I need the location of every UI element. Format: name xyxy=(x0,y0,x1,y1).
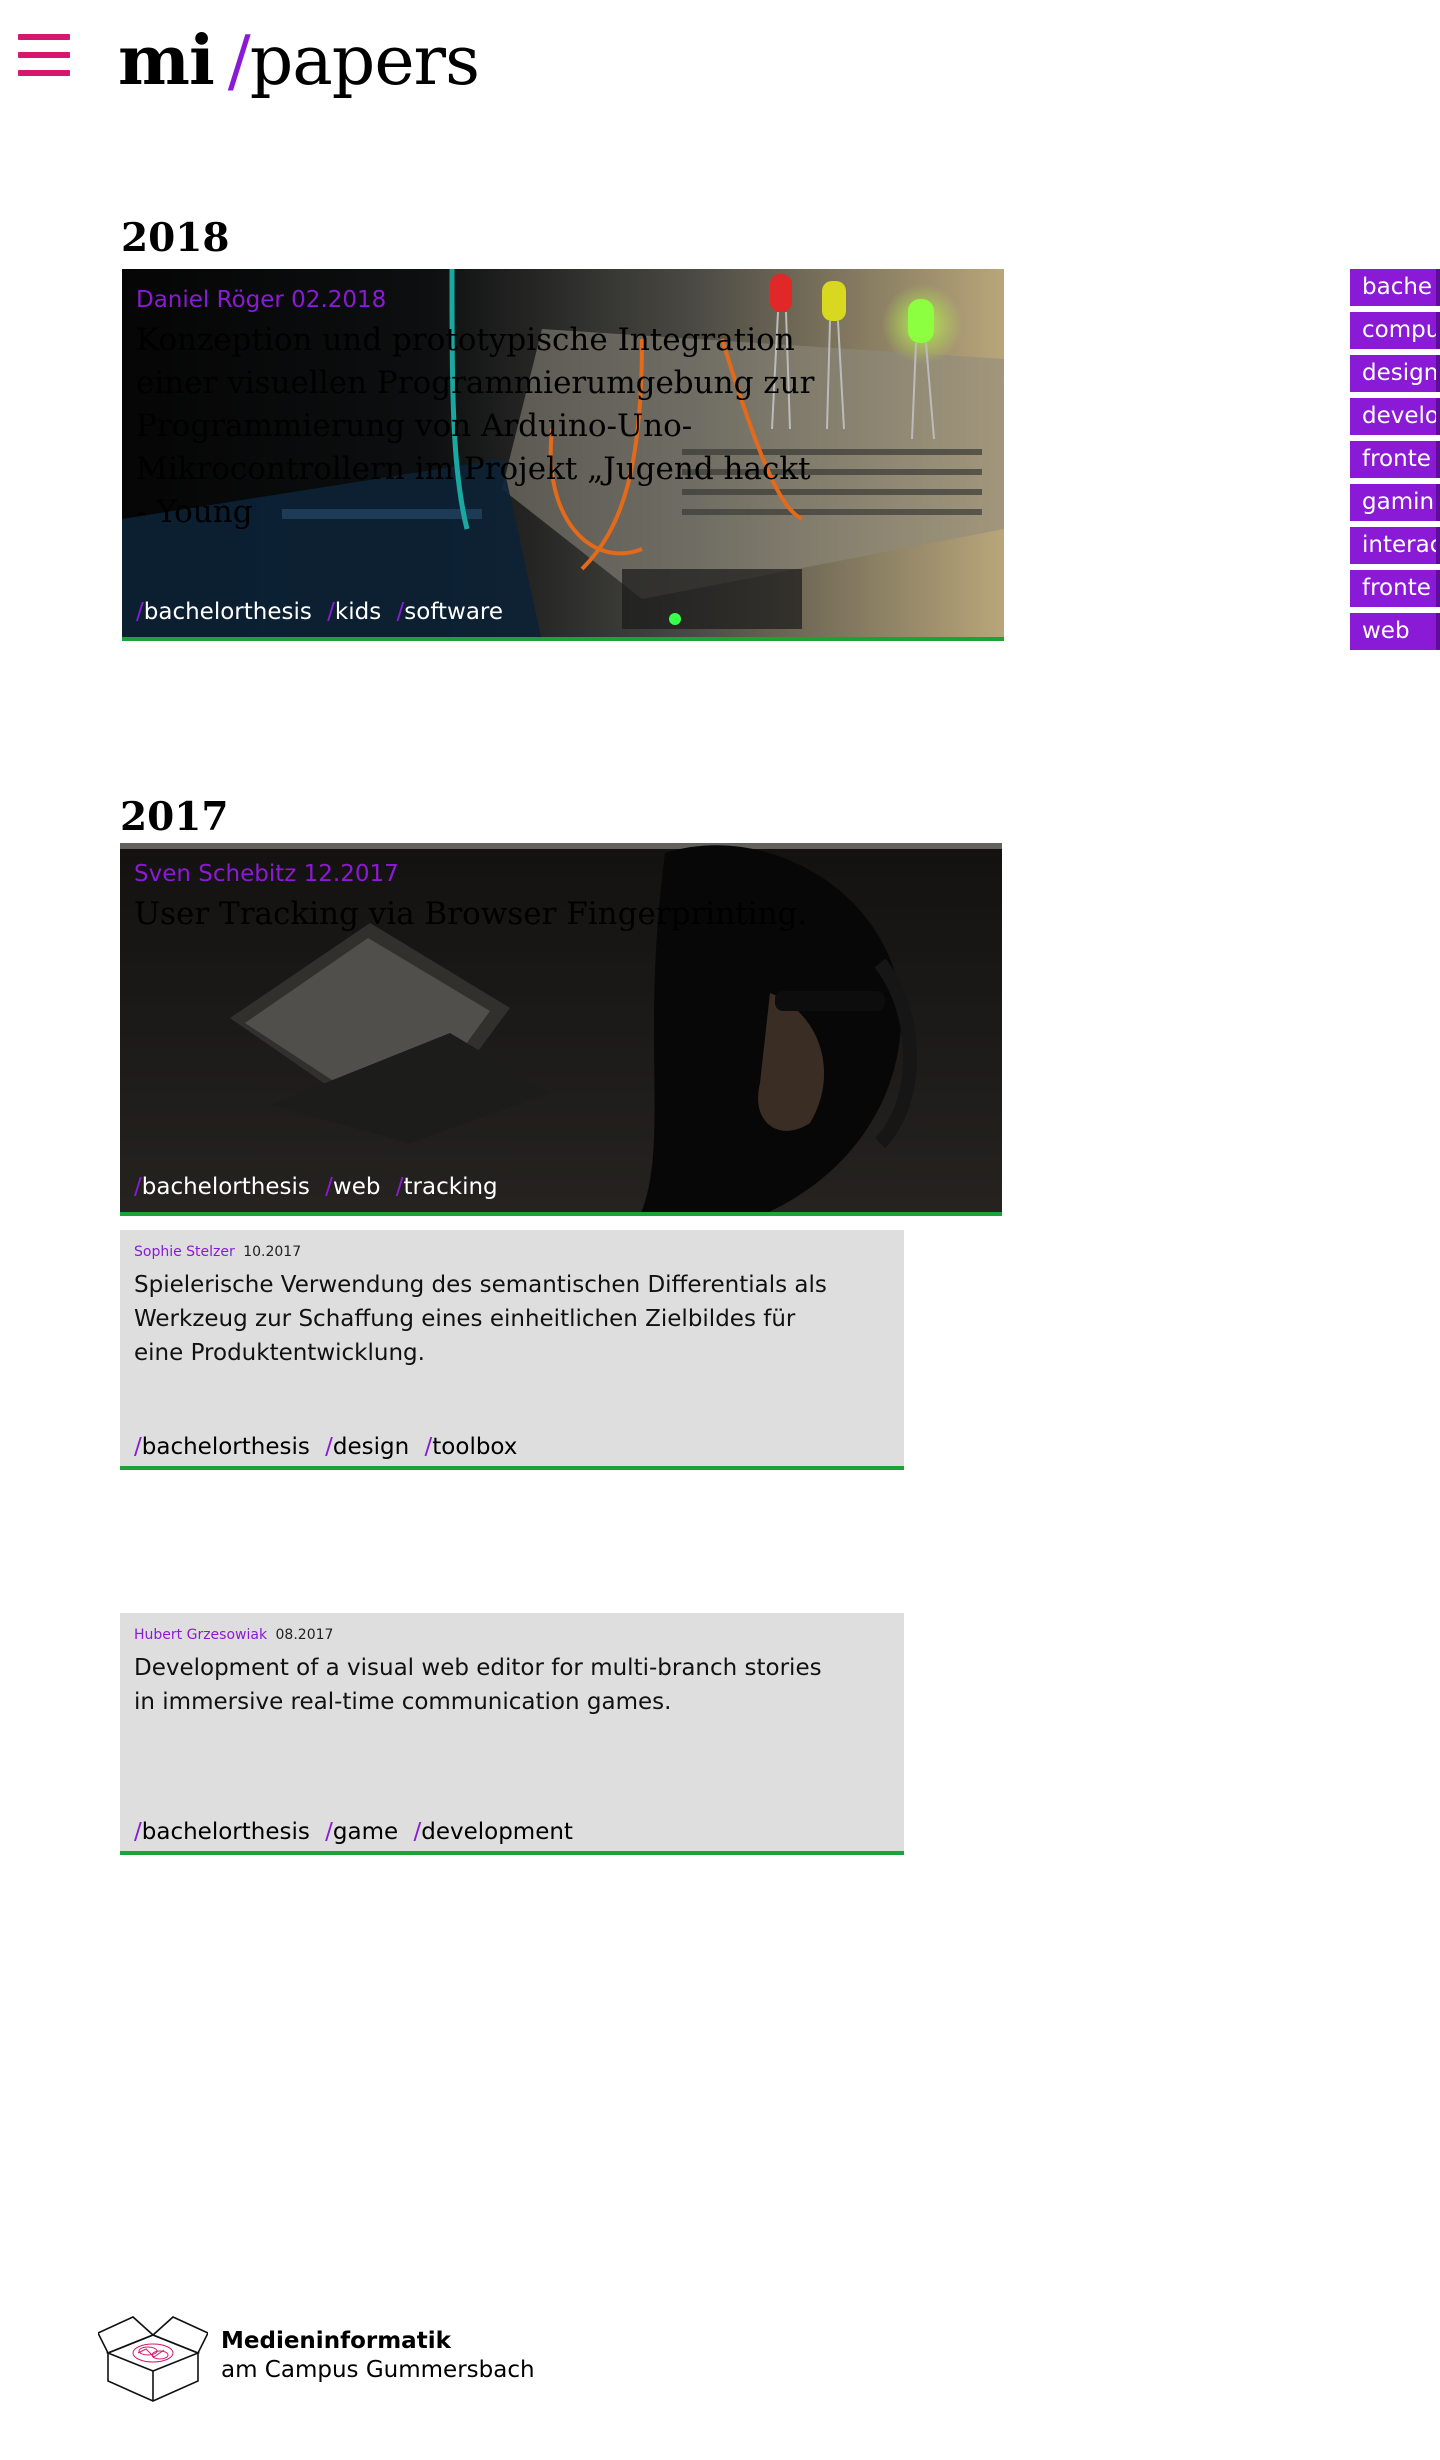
year-heading-2018: 2018 xyxy=(121,215,230,261)
paper-meta: Hubert Grzesowiak 08.2017 xyxy=(134,1627,333,1643)
year-heading-2017: 2017 xyxy=(120,794,229,840)
tag-link[interactable]: /bachelorthesis xyxy=(134,1174,310,1200)
logo-slash: / xyxy=(227,22,251,101)
paper-date: 02.2018 xyxy=(291,287,387,313)
tag-filter-button[interactable]: interac xyxy=(1350,527,1440,564)
paper-date: 10.2017 xyxy=(243,1244,302,1260)
tag-filter-button[interactable]: compu xyxy=(1350,312,1440,349)
menu-bar xyxy=(18,70,70,76)
tag-filter-button[interactable]: gamin xyxy=(1350,484,1440,521)
tag-filter-button[interactable]: fronte xyxy=(1350,441,1440,478)
hamburger-menu-icon[interactable] xyxy=(18,34,70,80)
tag-link[interactable]: /software xyxy=(397,599,504,625)
menu-bar xyxy=(18,52,70,58)
paper-author[interactable]: Hubert Grzesowiak xyxy=(134,1627,267,1643)
paper-title[interactable]: User Tracking via Browser Fingerprinting… xyxy=(134,893,824,936)
tag-link[interactable]: /game xyxy=(325,1819,398,1845)
tag-filter-button[interactable]: develo xyxy=(1350,398,1440,435)
tag-link[interactable]: /tracking xyxy=(396,1174,498,1200)
paper-meta: Sophie Stelzer 10.2017 xyxy=(134,1244,301,1260)
tag-filter-button[interactable]: fronte xyxy=(1350,570,1440,607)
paper-tags: /bachelorthesis /kids /software xyxy=(136,599,511,625)
tag-link[interactable]: /bachelorthesis xyxy=(134,1434,310,1460)
paper-card[interactable]: Hubert Grzesowiak 08.2017 Development of… xyxy=(120,1613,904,1855)
footer-brand[interactable]: Medieninformatik am Campus Gummersbach xyxy=(221,2327,535,2385)
logo-mi: mi xyxy=(118,21,215,101)
paper-author[interactable]: Sven Schebitz xyxy=(134,861,296,887)
paper-card[interactable]: Daniel Röger 02.2018 Konzeption und prot… xyxy=(122,269,1004,641)
paper-tags: /bachelorthesis /design /toolbox xyxy=(134,1434,525,1460)
paper-meta: Sven Schebitz 12.2017 xyxy=(134,861,399,887)
tag-link[interactable]: /bachelorthesis xyxy=(134,1819,310,1845)
paper-tags: /bachelorthesis /web /tracking xyxy=(134,1174,506,1200)
paper-card[interactable]: Sophie Stelzer 10.2017 Spielerische Verw… xyxy=(120,1230,904,1470)
paper-author[interactable]: Daniel Röger xyxy=(136,287,284,313)
tag-filter-sidebar: bache compu design develo fronte gamin i… xyxy=(1350,269,1440,656)
paper-title[interactable]: Spielerische Verwendung des semantischen… xyxy=(134,1268,834,1370)
tag-link[interactable]: /development xyxy=(413,1819,572,1845)
tag-link[interactable]: /kids xyxy=(327,599,381,625)
logo-papers: papers xyxy=(249,22,480,101)
tag-link[interactable]: /design xyxy=(325,1434,409,1460)
tag-link[interactable]: /web xyxy=(325,1174,380,1200)
paper-meta: Daniel Röger 02.2018 xyxy=(136,287,386,313)
paper-title[interactable]: Konzeption und prototypische Integration… xyxy=(136,319,826,534)
paper-card[interactable]: Sven Schebitz 12.2017 User Tracking via … xyxy=(120,843,1002,1216)
tag-filter-button[interactable]: design xyxy=(1350,355,1440,392)
footer-line-2: am Campus Gummersbach xyxy=(221,2357,535,2383)
paper-date: 12.2017 xyxy=(303,861,399,887)
footer-line-1: Medieninformatik xyxy=(221,2328,451,2354)
paper-author[interactable]: Sophie Stelzer xyxy=(134,1244,235,1260)
tag-link[interactable]: /toolbox xyxy=(425,1434,518,1460)
site-logo[interactable]: mi/papers xyxy=(118,16,480,107)
paper-tags: /bachelorthesis /game /development xyxy=(134,1819,581,1845)
menu-bar xyxy=(18,34,70,40)
paper-title[interactable]: Development of a visual web editor for m… xyxy=(134,1651,834,1719)
tag-filter-button[interactable]: web xyxy=(1350,613,1440,650)
medieninformatik-logo-icon[interactable] xyxy=(98,2313,208,2403)
tag-link[interactable]: /bachelorthesis xyxy=(136,599,312,625)
tag-filter-button[interactable]: bache xyxy=(1350,269,1440,306)
paper-date: 08.2017 xyxy=(275,1627,334,1643)
